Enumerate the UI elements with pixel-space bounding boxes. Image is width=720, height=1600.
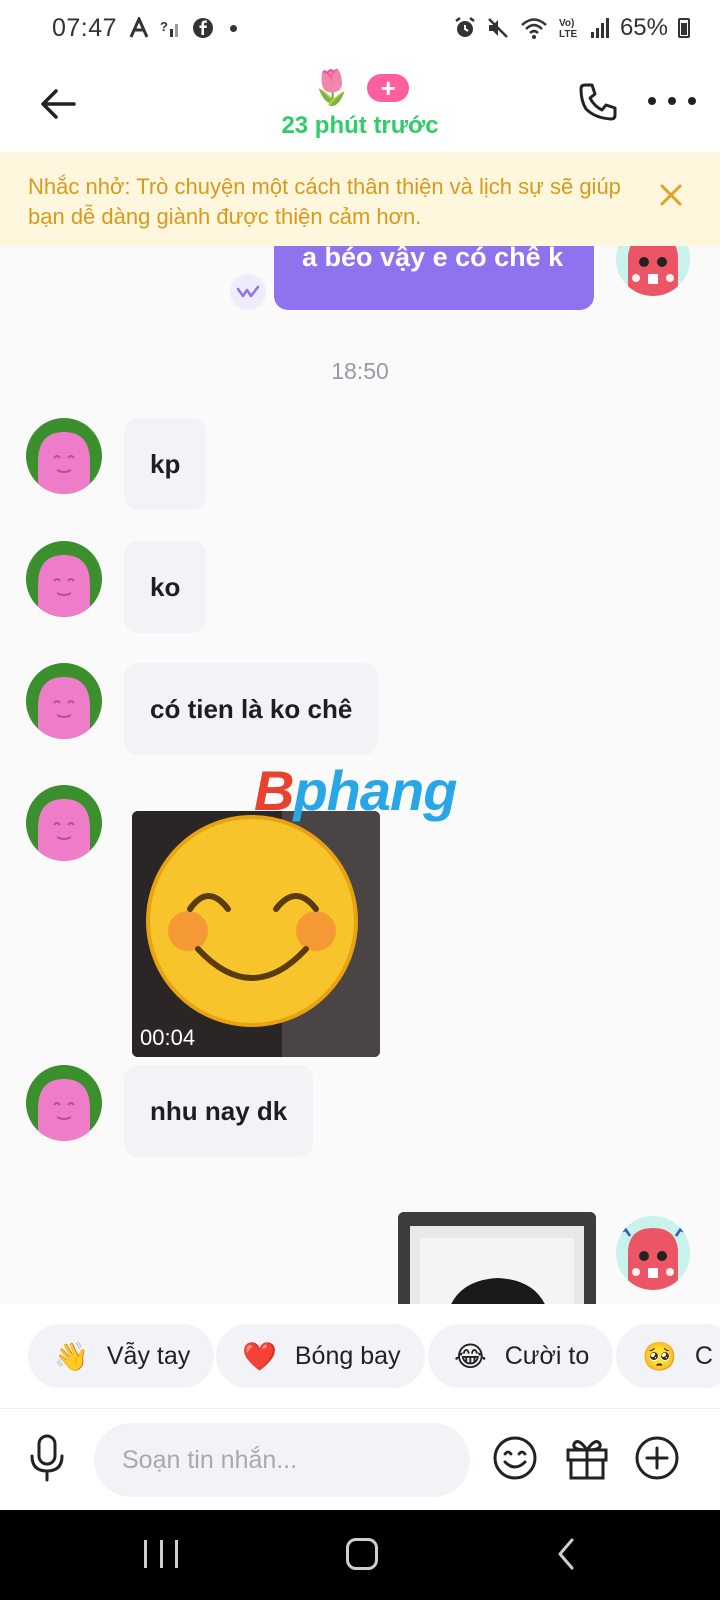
wifi-icon [521,18,547,39]
battery-percent: 65% [619,14,668,41]
svg-text:LTE: LTE [559,29,577,40]
phone-call-icon[interactable] [576,80,620,124]
wave-emoji-icon: 👋 [54,1340,89,1372]
incoming-message-bubble[interactable]: kp [124,418,207,510]
recent-apps-icon[interactable] [144,1536,178,1572]
reminder-banner: Nhắc nhở: Trò chuyện một cách thân thiện… [0,152,720,246]
reaction-chip-pleading[interactable]: 🥺 C [616,1324,720,1388]
emoji-picker-icon[interactable] [490,1433,540,1483]
more-options-icon[interactable] [648,86,696,116]
video-message-thumbnail[interactable]: 00:04 [132,811,380,1057]
outgoing-message-bubble[interactable]: a béo vậy e có chê k [274,246,594,310]
incoming-message-bubble[interactable]: nhu nay dk [124,1065,314,1157]
battery-icon [678,18,690,38]
facebook-icon [193,18,213,38]
add-friend-badge[interactable]: + [367,74,410,102]
read-receipt-icon [230,274,266,310]
no-signal-icon: ? [160,19,178,37]
status-time: 07:47 [52,14,118,42]
incoming-message-bubble[interactable]: ko [124,541,207,633]
system-back-icon[interactable] [552,1534,580,1574]
watermark-first-letter: B [254,759,294,822]
message-list[interactable]: a béo vậy e có chê k 18:50 kp ko có tien… [0,246,720,1304]
volte-icon: Vo)LTE [559,18,577,40]
contact-avatar[interactable] [26,785,102,861]
reaction-label: Vẫy tay [106,1341,191,1370]
my-avatar[interactable] [616,246,690,296]
contact-avatar[interactable] [26,663,102,739]
message-input[interactable] [94,1423,470,1497]
status-notification-icons: ? [128,17,237,39]
reaction-chip-wave[interactable]: 👋 Vẫy tay [28,1324,215,1388]
cell-signal-icon [590,18,609,38]
alarm-icon [455,17,475,37]
reaction-chip-laugh[interactable]: 😂 Cười to [428,1324,614,1388]
reminder-text: Nhắc nhở: Trò chuyện một cách thân thiện… [28,174,621,229]
reaction-label: Bóng bay [294,1341,401,1370]
reaction-label: Cười to [504,1341,590,1370]
mute-icon [488,18,508,38]
status-bar: 07:47 ? Vo) LTE 65% [0,0,720,60]
svg-text:?: ? [160,19,168,34]
reaction-chip-balloon[interactable]: ❤️ Bóng bay [216,1324,425,1388]
close-banner-icon[interactable] [658,182,684,208]
chat-header: 🌷 + 23 phút trước [0,60,720,152]
notification-dot [230,24,237,32]
heart-emoji-icon: ❤️ [242,1340,277,1372]
system-navigation-bar [0,1510,720,1600]
incoming-message-bubble[interactable]: có tien là ko chê [124,663,379,755]
gift-icon[interactable] [562,1433,612,1483]
contact-avatar[interactable] [26,541,102,617]
contact-avatar[interactable] [26,1065,102,1141]
outgoing-image-thumbnail[interactable] [398,1212,596,1304]
watermark-logo: Bphang [254,758,457,823]
text-a-icon [129,17,149,38]
status-system-icons: Vo) LTE 65% [454,14,690,42]
watermark-rest: phang [293,759,457,822]
home-icon[interactable] [346,1538,378,1570]
my-avatar[interactable] [616,1216,690,1290]
add-attachment-icon[interactable] [632,1433,682,1483]
reaction-label: C [694,1341,713,1370]
quick-reactions-bar[interactable]: 👋 Vẫy tay ❤️ Bóng bay 😂 Cười to 🥺 C [0,1304,720,1408]
pleading-emoji-icon: 🥺 [642,1340,677,1372]
laugh-emoji-icon: 😂 [454,1340,487,1372]
message-composer [0,1408,720,1510]
microphone-icon[interactable] [26,1433,68,1483]
contact-flower-icon: 🌷 [310,69,354,107]
contact-avatar[interactable] [26,418,102,494]
message-timestamp: 18:50 [331,358,389,384]
svg-text:Vo): Vo) [559,18,574,29]
video-duration: 00:04 [140,1025,196,1050]
